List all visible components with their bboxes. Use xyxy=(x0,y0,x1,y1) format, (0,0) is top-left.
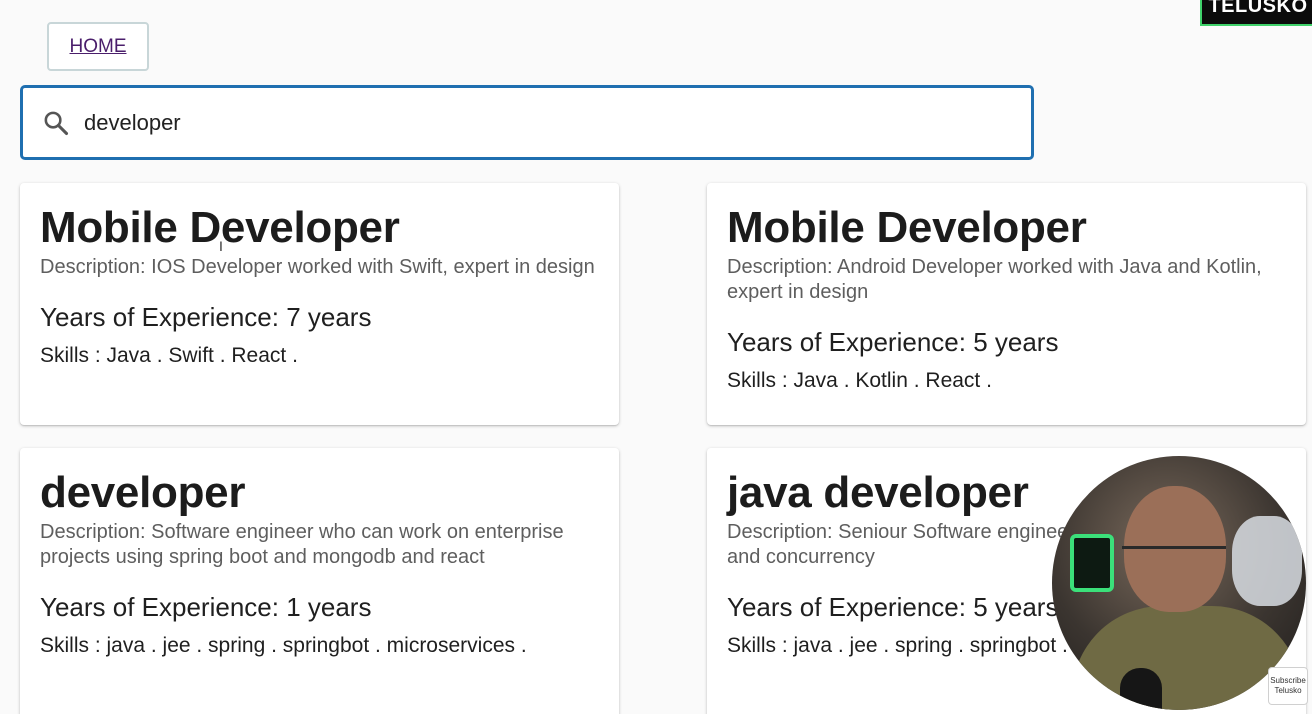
telusko-logo: TELUSKO xyxy=(1200,0,1312,26)
neon-sign xyxy=(1070,534,1114,592)
subscribe-watermark[interactable]: Subscribe Telusko xyxy=(1268,667,1308,705)
channel-label: Telusko xyxy=(1274,686,1302,695)
text-cursor-icon: I xyxy=(219,238,223,254)
job-card[interactable]: developer Description: Software engineer… xyxy=(20,448,619,714)
subscribe-label: Subscribe xyxy=(1270,676,1306,685)
job-experience: Years of Experience: 1 years xyxy=(40,592,372,623)
job-experience: Years of Experience: 7 years xyxy=(40,302,372,333)
background-plant xyxy=(1232,516,1302,606)
job-title: developer xyxy=(40,468,246,517)
glasses xyxy=(1122,546,1226,564)
search-icon xyxy=(44,111,69,135)
job-skills: Skills : java . jee . spring . springbot… xyxy=(40,634,527,658)
search-bar[interactable] xyxy=(20,85,1034,160)
job-description: Description: IOS Developer worked with S… xyxy=(40,256,595,279)
search-input[interactable] xyxy=(84,109,984,136)
job-card[interactable]: Mobile Developer Description: Android De… xyxy=(707,183,1306,425)
job-description: Description: Software engineer who can w… xyxy=(40,521,564,569)
job-description: Description: Android Developer worked wi… xyxy=(727,256,1262,304)
home-button[interactable]: HOME xyxy=(47,22,149,71)
job-title: Mobile Developer xyxy=(727,203,1087,252)
microphone xyxy=(1120,668,1162,710)
job-skills: Skills : Java . Swift . React . xyxy=(40,344,298,368)
job-skills: Skills : Java . Kotlin . React . xyxy=(727,369,992,393)
job-experience: Years of Experience: 5 years xyxy=(727,327,1059,358)
job-card[interactable]: Mobile Developer Description: IOS Develo… xyxy=(20,183,619,425)
job-title: Mobile Developer xyxy=(40,203,400,252)
